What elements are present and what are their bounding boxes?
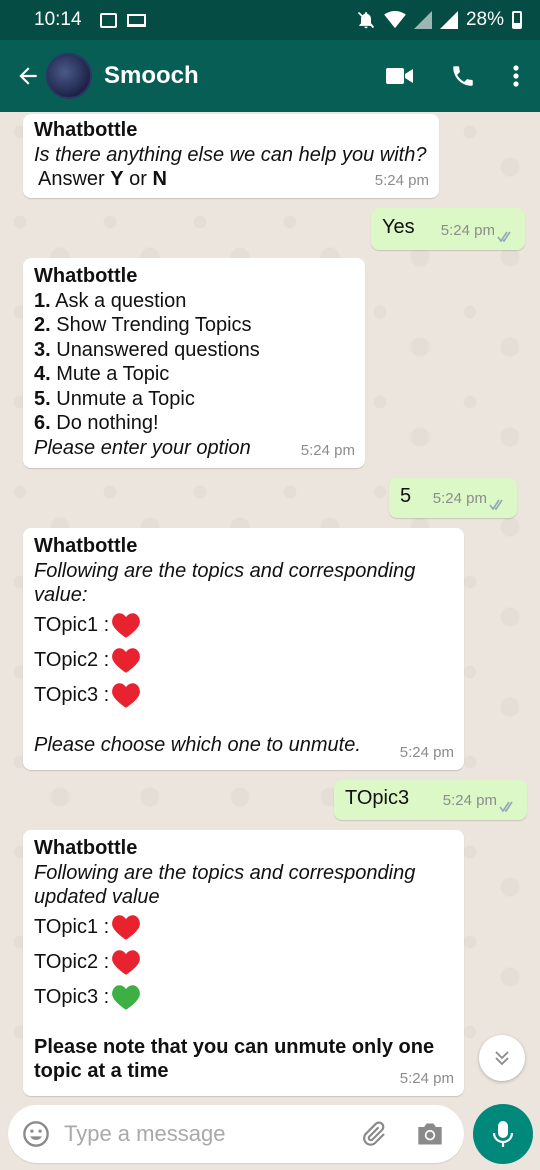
- menu-option: 3. Unanswered questions: [34, 338, 260, 361]
- topic-line: TOpic1 :: [34, 608, 454, 643]
- red-heart-icon: [112, 647, 141, 673]
- message-time: 5:24 pm: [300, 441, 355, 459]
- message-time: 5:24 pm: [440, 221, 495, 239]
- message-text: Is there anything else we can help you w…: [34, 143, 427, 166]
- topic-line: TOpic3 :: [34, 678, 454, 713]
- red-heart-icon: [112, 914, 141, 940]
- message-input[interactable]: [64, 1121, 344, 1147]
- answer-or: or: [123, 168, 153, 190]
- menu-option: 5. Unmute a Topic: [34, 387, 195, 410]
- message-incoming[interactable]: Whatbottle Following are the topics and …: [23, 830, 464, 1096]
- signal-icon: [413, 11, 432, 29]
- topic-line: TOpic2 :: [34, 643, 454, 678]
- gallery-notification-icon: [99, 12, 117, 28]
- message-incoming[interactable]: Whatbottle 1. Ask a question 2. Show Tre…: [23, 258, 365, 468]
- message-intro: Following are the topics and correspondi…: [34, 559, 416, 607]
- message-time: 5:24 pm: [432, 489, 487, 507]
- message-prompt: Please choose which one to unmute.: [34, 733, 361, 756]
- avatar[interactable]: [46, 53, 92, 99]
- status-time: 10:14: [34, 9, 82, 30]
- voice-message-button[interactable]: [473, 1104, 533, 1164]
- scroll-to-bottom-button[interactable]: [479, 1035, 525, 1081]
- message-intro: Following are the topics and correspondi…: [34, 861, 416, 909]
- double-check-icon: [497, 231, 511, 243]
- topic-line: TOpic2 :: [34, 945, 454, 980]
- message-sender: Whatbottle: [34, 265, 138, 287]
- double-check-icon: [489, 499, 503, 511]
- signal-icon-2: [439, 11, 458, 29]
- message-sender: Whatbottle: [34, 837, 138, 859]
- message-text: 5: [400, 485, 412, 507]
- message-outgoing[interactable]: 5 5:24 pm: [389, 478, 517, 518]
- message-outgoing[interactable]: Yes 5:24 pm: [371, 208, 525, 250]
- message-note: Please note that you can unmute only one…: [34, 1035, 435, 1083]
- red-heart-icon: [112, 949, 141, 975]
- wifi-icon: [384, 11, 406, 29]
- status-bar: 10:14 28%: [0, 0, 540, 40]
- double-chevron-down-icon: [495, 1051, 509, 1066]
- message-sender: Whatbottle: [34, 535, 138, 557]
- menu-option: 2. Show Trending Topics: [34, 314, 252, 336]
- message-time: 5:24 pm: [399, 743, 454, 761]
- topic-line: TOpic1 :: [34, 910, 454, 945]
- menu-option: 6. Do nothing!: [34, 412, 159, 434]
- phone-icon[interactable]: [450, 63, 476, 89]
- arrow-left-icon[interactable]: [10, 63, 46, 89]
- message-time: 5:24 pm: [442, 791, 497, 809]
- message-answer-line: Answer Y or N: [34, 167, 429, 192]
- chat-area[interactable]: Whatbottle Is there anything else we can…: [0, 112, 540, 1100]
- red-heart-icon: [112, 682, 141, 708]
- message-text: TOpic3: [345, 787, 410, 809]
- message-outgoing[interactable]: TOpic3 5:24 pm: [334, 780, 527, 820]
- answer-prefix: Answer: [38, 168, 111, 190]
- videocam-icon[interactable]: [386, 66, 414, 86]
- microphone-icon: [492, 1121, 514, 1147]
- battery-icon: [512, 11, 522, 29]
- attach-icon[interactable]: [360, 1121, 386, 1147]
- more-vert-icon[interactable]: [512, 64, 520, 88]
- contact-name[interactable]: Smooch: [104, 62, 199, 90]
- message-text: Yes: [382, 216, 415, 238]
- menu-option: 1. Ask a question: [34, 289, 187, 312]
- message-time: 5:24 pm: [399, 1069, 454, 1087]
- notifications-off-icon: [357, 11, 375, 29]
- topic-line: TOpic3 :: [34, 980, 454, 1015]
- battery-percent: 28%: [465, 9, 504, 30]
- laptop-notification-icon: [126, 13, 146, 27]
- menu-option: 4. Mute a Topic: [34, 363, 170, 385]
- message-incoming[interactable]: Whatbottle Is there anything else we can…: [23, 114, 439, 198]
- answer-y: Y: [110, 168, 124, 190]
- camera-icon[interactable]: [416, 1121, 444, 1147]
- red-heart-icon: [112, 612, 141, 638]
- message-incoming[interactable]: Whatbottle Following are the topics and …: [23, 528, 464, 770]
- answer-n: N: [152, 168, 167, 190]
- message-time: 5:24 pm: [374, 171, 429, 189]
- message-composer: [8, 1105, 464, 1163]
- double-check-icon: [499, 801, 513, 813]
- chat-header: Smooch: [0, 40, 540, 112]
- green-heart-icon: [112, 984, 141, 1010]
- emoji-icon[interactable]: [22, 1120, 50, 1148]
- message-sender: Whatbottle: [34, 119, 138, 141]
